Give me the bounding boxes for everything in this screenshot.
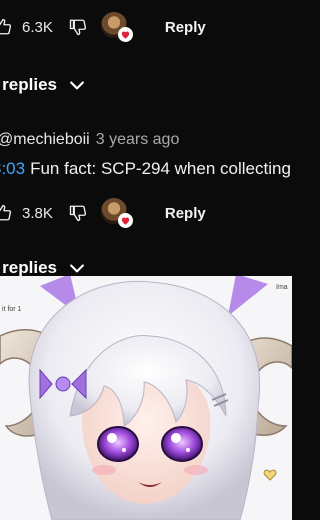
like-count: 3.8K bbox=[22, 204, 53, 222]
comment-author[interactable]: @mechieboii bbox=[0, 131, 90, 149]
video-player[interactable]: it for 1 Ima bbox=[0, 276, 292, 520]
replies-count-label: 5 replies bbox=[0, 75, 57, 94]
reply-button[interactable]: Reply bbox=[165, 19, 206, 36]
like-count: 6.3K bbox=[22, 18, 53, 36]
replies-toggle[interactable]: 5 replies bbox=[0, 75, 87, 95]
chevron-down-icon bbox=[70, 264, 84, 273]
heart-pin-icon bbox=[117, 213, 133, 228]
thumbs-up-icon[interactable] bbox=[0, 204, 12, 222]
comment-body: 3:03 Fun fact: SCP-294 when collecting bbox=[0, 159, 291, 179]
comments-panel: 6.3K Reply 5 replies @mechieboii 3 years… bbox=[0, 0, 292, 276]
creator-heart-icon bbox=[100, 12, 133, 42]
comment-actions: 3.8K Reply bbox=[0, 198, 206, 228]
replies-toggle[interactable]: 7 replies bbox=[0, 258, 87, 276]
thumbs-down-icon[interactable] bbox=[69, 18, 87, 36]
comment-time: 3 years ago bbox=[95, 131, 180, 148]
video-timestamp-link[interactable]: 3:03 bbox=[0, 159, 25, 179]
creator-heart-icon bbox=[100, 198, 133, 228]
heart-pin-icon bbox=[117, 27, 133, 42]
thumbs-down-icon[interactable] bbox=[69, 204, 87, 222]
replies-count-label: 7 replies bbox=[0, 258, 57, 276]
thumbs-up-icon[interactable] bbox=[0, 18, 12, 36]
stream-overlay-left: it for 1 bbox=[2, 306, 22, 313]
character-illustration bbox=[0, 276, 292, 520]
comment-text: Fun fact: SCP-294 when collecting bbox=[30, 159, 291, 178]
chevron-down-icon bbox=[70, 81, 84, 90]
stream-overlay-right: Ima bbox=[276, 284, 288, 291]
reply-button[interactable]: Reply bbox=[165, 205, 206, 222]
top-comment-actions: 6.3K Reply bbox=[0, 12, 206, 42]
comment-header: @mechieboii 3 years ago bbox=[0, 131, 179, 149]
